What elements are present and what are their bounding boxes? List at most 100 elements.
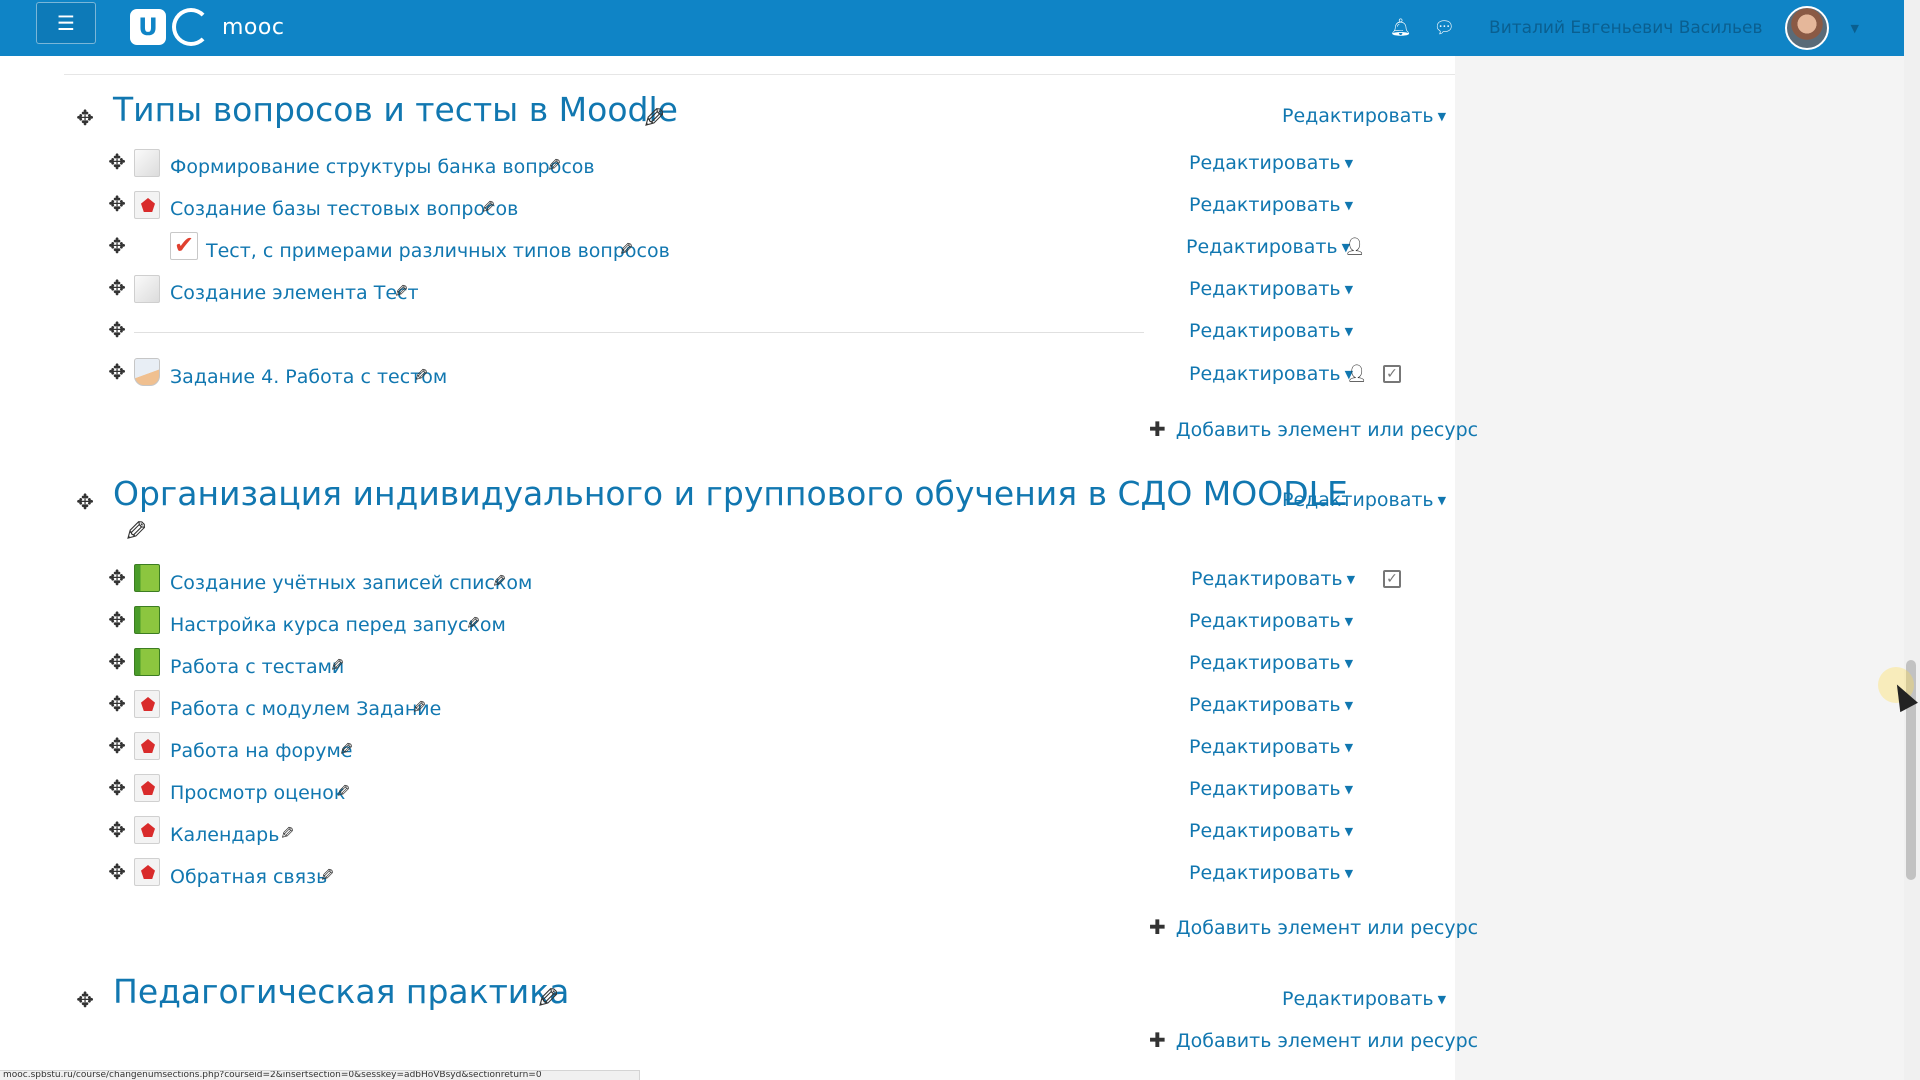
pencil-icon[interactable]: ✎ (124, 515, 147, 548)
mooc-logo-icon (172, 8, 210, 46)
quiz-icon (170, 231, 198, 260)
chat-bubble-icon[interactable]: 💬︎ (1433, 18, 1455, 38)
activity-edit-menu[interactable]: Редактировать ▼ (1189, 694, 1353, 717)
move-icon[interactable]: ✥ (106, 320, 128, 341)
move-icon[interactable]: ✥ (106, 736, 128, 757)
activity-link[interactable]: Обратная связь (170, 866, 327, 888)
move-icon[interactable]: ✥ (106, 568, 128, 589)
activity-link[interactable]: Просмотр оценок (170, 782, 345, 804)
person-icon[interactable]: 👤︎ (1344, 238, 1366, 256)
activity-edit-menu[interactable]: Редактировать ▼ (1189, 152, 1353, 175)
activity-link[interactable]: Создание учётных записей списком (170, 572, 532, 594)
activity-link[interactable]: Задание 4. Работа с тестом (170, 366, 447, 388)
move-icon[interactable]: ✥ (106, 652, 128, 673)
divider (64, 74, 1455, 75)
move-icon[interactable]: ✥ (106, 278, 128, 299)
pencil-icon[interactable]: ✎ (536, 982, 559, 1015)
add-activity-button[interactable]: ✚ Добавить элемент или ресурс (1149, 418, 1478, 441)
right-sidebar-area (1455, 56, 1904, 1080)
activity-link[interactable]: Создание базы тестовых вопросов (170, 198, 518, 220)
activity-link[interactable]: Работа с модулем Задание (170, 698, 441, 720)
section-edit-menu[interactable]: Редактировать ▼ (1282, 105, 1446, 128)
book-icon (134, 564, 160, 592)
top-navbar: ☰ U mooc 🔔︎ 💬︎ Виталий Евгеньевич Василь… (0, 0, 1904, 56)
add-activity-button[interactable]: ✚ Добавить элемент или ресурс (1149, 916, 1478, 939)
activity-link[interactable]: Настройка курса перед запуском (170, 614, 506, 636)
activity-edit-menu[interactable]: Редактировать ▼ (1189, 778, 1353, 801)
move-icon[interactable]: ✥ (106, 694, 128, 715)
pencil-icon[interactable]: ✎ (414, 366, 428, 386)
activity-edit-menu[interactable]: Редактировать ▼ (1189, 736, 1353, 759)
user-name[interactable]: Виталий Евгеньевич Васильев (1489, 18, 1763, 38)
page-scrollbar[interactable] (1904, 0, 1920, 1080)
section-title[interactable]: Педагогическая практика (113, 972, 569, 1012)
site-logo[interactable]: U mooc (130, 8, 284, 46)
activity-edit-menu[interactable]: Редактировать ▼ (1189, 194, 1353, 217)
activity-link[interactable]: Работа с тестами (170, 656, 344, 678)
activity-edit-menu[interactable]: Редактировать ▼ (1189, 652, 1353, 675)
browser-status-url: mooc.spbstu.ru/course/changenumsections.… (0, 1070, 640, 1080)
pencil-icon[interactable]: ✎ (466, 614, 480, 634)
activity-edit-menu[interactable]: Редактировать ▼ (1189, 820, 1353, 843)
pdf-icon (134, 690, 160, 718)
person-icon[interactable]: 👤︎ (1346, 365, 1368, 383)
activity-edit-menu[interactable]: Редактировать ▼ (1189, 320, 1353, 343)
pencil-icon[interactable]: ✎ (336, 782, 350, 802)
move-icon[interactable]: ✥ (106, 778, 128, 799)
add-activity-button[interactable]: ✚ Добавить элемент или ресурс (1149, 1029, 1478, 1052)
pencil-icon[interactable]: ✎ (330, 656, 344, 676)
activity-link[interactable]: Тест, с примерами различных типов вопрос… (206, 240, 670, 262)
move-icon[interactable]: ✥ (106, 820, 128, 841)
activity-link[interactable]: Календарь (170, 824, 279, 846)
pdf-icon (134, 191, 160, 219)
move-icon[interactable]: ✥ (106, 610, 128, 631)
avatar[interactable] (1784, 6, 1829, 50)
pencil-icon[interactable]: ✎ (642, 102, 665, 135)
section-title[interactable]: Организация индивидуального и группового… (113, 474, 1348, 514)
page-icon (134, 149, 160, 177)
move-icon[interactable]: ✥ (106, 236, 128, 257)
university-logo-icon: U (130, 9, 166, 45)
pencil-icon[interactable]: ✎ (481, 198, 495, 218)
site-name: mooc (222, 14, 285, 40)
hamburger-icon: ☰ (57, 11, 75, 35)
activity-edit-menu[interactable]: Редактировать ▼ (1189, 862, 1353, 885)
move-icon[interactable]: ✥ (74, 990, 96, 1011)
assignment-icon (134, 358, 160, 386)
section-edit-menu[interactable]: Редактировать ▼ (1282, 988, 1446, 1011)
book-icon (134, 606, 160, 634)
bell-icon[interactable]: 🔔︎ (1390, 18, 1412, 38)
move-icon[interactable]: ✥ (106, 152, 128, 173)
label-divider (134, 332, 1144, 333)
move-icon[interactable]: ✥ (74, 108, 96, 129)
activity-edit-menu[interactable]: Редактировать ▼ (1189, 363, 1353, 386)
move-icon[interactable]: ✥ (106, 862, 128, 883)
section-edit-menu[interactable]: Редактировать ▼ (1282, 489, 1446, 512)
activity-link[interactable]: Работа на форуме (170, 740, 353, 762)
chevron-down-icon[interactable]: ▼ (1851, 22, 1859, 35)
pencil-icon[interactable]: ✎ (394, 282, 408, 302)
pencil-icon[interactable]: ✎ (280, 824, 294, 844)
pencil-icon[interactable]: ✎ (339, 740, 353, 760)
pencil-icon[interactable]: ✎ (492, 572, 506, 592)
activity-link[interactable]: Создание элемента Тест (170, 282, 419, 304)
move-icon[interactable]: ✥ (74, 492, 96, 513)
hamburger-menu-button[interactable]: ☰ (36, 2, 96, 44)
checkbox-icon[interactable]: ✓ (1383, 570, 1401, 588)
pencil-icon[interactable]: ✎ (547, 156, 561, 176)
pencil-icon[interactable]: ✎ (320, 866, 334, 886)
page-icon (134, 275, 160, 303)
activity-edit-menu[interactable]: Редактировать ▼ (1191, 568, 1355, 591)
section-title[interactable]: Типы вопросов и тесты в Moodle (113, 90, 678, 130)
activity-link[interactable]: Формирование структуры банка вопросов (170, 156, 595, 178)
checkbox-icon[interactable]: ✓ (1383, 365, 1401, 383)
move-icon[interactable]: ✥ (106, 362, 128, 383)
move-icon[interactable]: ✥ (106, 194, 128, 215)
pencil-icon[interactable]: ✎ (412, 698, 426, 718)
pencil-icon[interactable]: ✎ (619, 240, 633, 260)
activity-edit-menu[interactable]: Редактировать ▼ (1186, 236, 1350, 259)
pdf-icon (134, 816, 160, 844)
course-content: ✥ Типы вопросов и тесты в Moodle ✎ Редак… (64, 56, 1478, 1080)
activity-edit-menu[interactable]: Редактировать ▼ (1189, 610, 1353, 633)
activity-edit-menu[interactable]: Редактировать ▼ (1189, 278, 1353, 301)
